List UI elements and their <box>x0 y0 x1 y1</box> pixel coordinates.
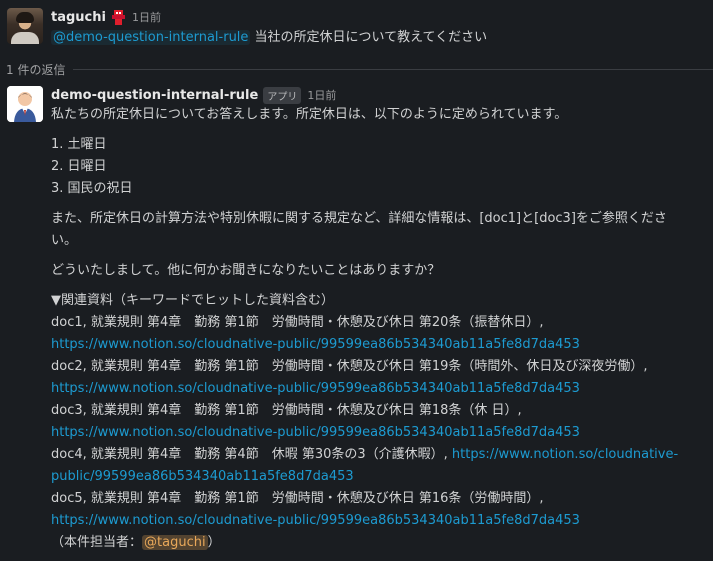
parent-message: taguchi 1日前 @demo-question-internal-rule… <box>0 0 713 58</box>
reference-link-continued[interactable]: public/99599ea86b534340ab11a5fe8d7da453 <box>51 469 354 484</box>
reply-closing: どういたしまして。他に何かお聞きになりたいことはありますか？ <box>51 263 441 278</box>
reference-text: doc2, 就業規則 第4章 勤務 第1節 労働時間・休憩及び休日 第19条（時… <box>51 359 648 374</box>
list-item: 3. 国民の祝日 <box>51 181 133 196</box>
reference-text: doc3, 就業規則 第4章 勤務 第1節 労働時間・休憩及び休日 第18条（休… <box>51 403 522 418</box>
references-heading: ▼関連資料（キーワードでヒットした資料含む） <box>51 293 334 308</box>
owner-suffix: ） <box>207 535 221 550</box>
replies-count: 1 件の返信 <box>6 62 66 77</box>
reply-message-body: demo-question-internal-rule アプリ 1日前 私たちの… <box>51 86 713 554</box>
parent-message-body: taguchi 1日前 @demo-question-internal-rule… <box>51 8 713 58</box>
list-item: 2. 日曜日 <box>51 159 107 174</box>
status-emoji-icon[interactable] <box>111 9 126 25</box>
owner-line: （本件担当者： @taguchi） <box>51 532 713 554</box>
reply-intro: 私たちの所定休日についてお答えします。所定休日は、以下のように定められています。 <box>51 107 568 122</box>
reference-text: doc4, 就業規則 第4章 勤務 第4節 休暇 第30条の3（介護休暇）, <box>51 447 452 462</box>
replies-divider: 1 件の返信 <box>0 58 713 80</box>
reference-text: doc1, 就業規則 第4章 勤務 第1節 労働時間・休憩及び休日 第20条（振… <box>51 315 544 330</box>
avatar-hair <box>16 12 34 23</box>
app-badge: アプリ <box>263 86 302 104</box>
username[interactable]: taguchi <box>51 10 106 25</box>
parent-text: @demo-question-internal-rule 当社の所定休日について… <box>51 27 713 49</box>
list-item: 1. 土曜日 <box>51 137 107 152</box>
parent-message-text: 当社の所定休日について教えてください <box>250 30 488 45</box>
mention-link[interactable]: @demo-question-internal-rule <box>51 30 251 45</box>
reply-message: demo-question-internal-rule アプリ 1日前 私たちの… <box>0 80 713 554</box>
avatar-shirt <box>11 32 39 44</box>
owner-prefix: （本件担当者： <box>51 535 143 550</box>
reference-doc4: doc4, 就業規則 第4章 勤務 第4節 休暇 第30条の3（介護休暇）, h… <box>51 444 713 466</box>
avatar[interactable] <box>7 8 43 44</box>
reference-text: doc5, 就業規則 第4章 勤務 第1節 労働時間・休憩及び休日 第16条（労… <box>51 491 544 506</box>
parent-header: taguchi 1日前 <box>51 8 713 26</box>
reply-detail-line: また、所定休日の計算方法や特別休暇に関する規定など、詳細な情報は、[doc1]と… <box>51 211 667 226</box>
divider-line <box>73 68 713 70</box>
thread-view: taguchi 1日前 @demo-question-internal-rule… <box>0 0 713 561</box>
reference-link[interactable]: https://www.notion.so/cloudnative- <box>452 447 678 462</box>
reference-link[interactable]: https://www.notion.so/cloudnative-public… <box>51 381 580 396</box>
reference-link[interactable]: https://www.notion.so/cloudnative-public… <box>51 513 580 528</box>
bot-avatar[interactable] <box>7 86 43 122</box>
reference-link[interactable]: https://www.notion.so/cloudnative-public… <box>51 425 580 440</box>
reply-detail-line: い。 <box>51 233 78 248</box>
timestamp[interactable]: 1日前 <box>307 87 336 103</box>
timestamp[interactable]: 1日前 <box>132 9 161 25</box>
bot-username[interactable]: demo-question-internal-rule <box>51 88 258 103</box>
owner-mention[interactable]: @taguchi <box>142 535 208 550</box>
reply-header: demo-question-internal-rule アプリ 1日前 <box>51 86 713 104</box>
reference-link[interactable]: https://www.notion.so/cloudnative-public… <box>51 337 580 352</box>
